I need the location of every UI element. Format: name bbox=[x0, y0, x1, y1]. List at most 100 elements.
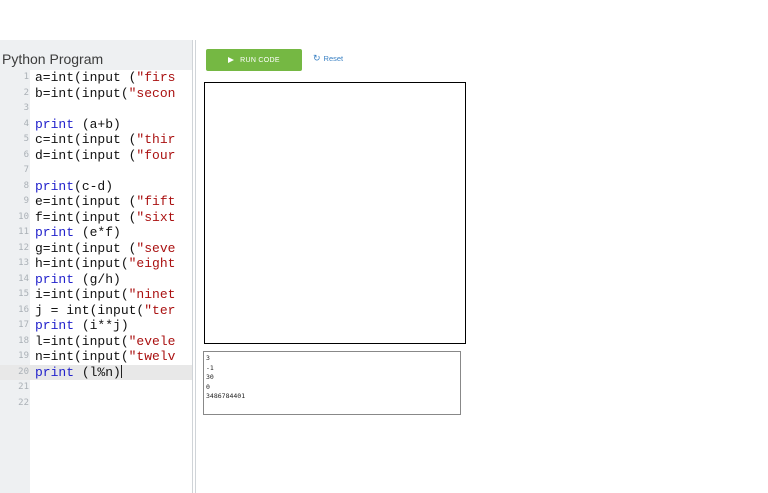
line-number: 8 bbox=[23, 180, 29, 191]
line-number: 5 bbox=[23, 134, 29, 144]
code-keyword: print bbox=[35, 178, 75, 194]
code-line[interactable]: 6 d=int(input ("four bbox=[0, 148, 192, 164]
code-text: n=int(input("twelv bbox=[35, 349, 192, 365]
code-token: (e*f) bbox=[74, 225, 121, 240]
code-string: "four bbox=[136, 147, 176, 163]
code-text: e=int(input ("fift bbox=[35, 194, 192, 210]
code-keyword: print bbox=[35, 318, 75, 333]
code-token: f=int(input ( bbox=[35, 209, 137, 225]
code-text: j = int(input("ter bbox=[35, 303, 192, 319]
code-string: "ninet bbox=[128, 287, 176, 302]
editor-title: Python Program bbox=[2, 51, 104, 67]
code-token: g=int(input ( bbox=[35, 240, 137, 256]
code-line[interactable]: 14 print (g/h) bbox=[0, 272, 192, 288]
line-number: 18 bbox=[18, 335, 29, 346]
code-line[interactable]: 2 b=int(input("secon bbox=[0, 86, 192, 102]
code-line[interactable]: 13 h=int(input("eight bbox=[0, 256, 192, 272]
code-text: g=int(input ("seve bbox=[35, 241, 192, 257]
text-cursor bbox=[120, 364, 122, 378]
code-string: "eight bbox=[128, 256, 176, 271]
code-token: b=int(input( bbox=[35, 85, 129, 101]
line-number: 20 bbox=[18, 366, 29, 377]
reset-label: Reset bbox=[323, 54, 344, 63]
code-line[interactable]: 20 print (l%n) bbox=[0, 364, 192, 381]
code-line[interactable]: 4 print (a+b) bbox=[0, 117, 192, 133]
code-string: "evele bbox=[128, 333, 176, 349]
code-text: h=int(input("eight bbox=[35, 256, 192, 272]
line-number: 1 bbox=[23, 72, 29, 82]
editor-panel: Python Program 1 a=int(input ("firs 2 b=int… bbox=[0, 40, 194, 493]
console-output-line: -1 bbox=[206, 363, 214, 372]
code-line[interactable]: 21 bbox=[0, 380, 192, 396]
code-text: print(c-d) bbox=[35, 179, 192, 195]
line-number: 2 bbox=[23, 87, 29, 98]
line-number: 12 bbox=[18, 242, 29, 253]
code-string: "seve bbox=[136, 240, 176, 256]
code-editor[interactable]: 1 a=int(input ("firs 2 b=int(input("secon 3 4… bbox=[0, 70, 192, 493]
code-string: "ter bbox=[144, 302, 176, 318]
code-token: l=int(input( bbox=[35, 333, 129, 349]
line-number: 3 bbox=[23, 103, 29, 113]
code-text: f=int(input ("sixt bbox=[35, 210, 192, 226]
code-token: (g/h) bbox=[74, 271, 121, 287]
code-text: c=int(input ("thir bbox=[35, 132, 192, 148]
code-string: "secon bbox=[128, 85, 176, 101]
line-number: 11 bbox=[18, 227, 29, 237]
code-token: j = int(input( bbox=[35, 302, 145, 318]
reset-button[interactable]: ↻ Reset bbox=[313, 53, 344, 64]
code-token: i=int(input( bbox=[35, 287, 129, 302]
code-keyword: print bbox=[35, 116, 75, 132]
code-line[interactable]: 1 a=int(input ("firs bbox=[0, 70, 192, 86]
code-line[interactable]: 22 bbox=[0, 396, 192, 412]
code-token: h=int(input( bbox=[35, 256, 129, 271]
code-string: "thir bbox=[136, 132, 176, 147]
console-output-line: 0 bbox=[206, 382, 210, 391]
code-token: (l%n) bbox=[74, 364, 121, 380]
code-string: "twelv bbox=[128, 349, 176, 364]
code-token: e=int(input ( bbox=[35, 194, 137, 209]
code-line[interactable]: 3 bbox=[0, 101, 192, 117]
line-number: 21 bbox=[18, 382, 29, 392]
code-token: (a+b) bbox=[74, 116, 121, 132]
refresh-icon: ↻ bbox=[313, 53, 321, 63]
code-line[interactable]: 9 e=int(input ("fift bbox=[0, 194, 192, 210]
console-output-line: 3486784401 bbox=[206, 392, 246, 401]
line-number: 15 bbox=[18, 289, 29, 299]
panel-splitter[interactable] bbox=[192, 40, 196, 493]
code-line[interactable]: 15 i=int(input("ninet bbox=[0, 287, 192, 303]
code-line[interactable]: 10 f=int(input ("sixt bbox=[0, 210, 192, 226]
line-number: 17 bbox=[18, 320, 29, 330]
play-icon bbox=[228, 57, 235, 63]
line-number: 7 bbox=[23, 165, 29, 175]
code-text: print (e*f) bbox=[35, 225, 192, 241]
code-line[interactable]: 5 c=int(input ("thir bbox=[0, 132, 192, 148]
code-text: a=int(input ("firs bbox=[35, 70, 192, 86]
line-number: 22 bbox=[18, 397, 29, 408]
console-output-line: 3 bbox=[206, 354, 210, 362]
line-number: 6 bbox=[23, 149, 29, 160]
code-text: print (l%n) bbox=[35, 364, 192, 381]
console-output-line: 30 bbox=[206, 373, 214, 382]
code-text: i=int(input("ninet bbox=[35, 287, 192, 303]
code-text: l=int(input("evele bbox=[35, 334, 192, 350]
code-keyword: print bbox=[35, 225, 75, 240]
code-line[interactable]: 11 print (e*f) bbox=[0, 225, 192, 241]
python-ide-page: Python Program 1 a=int(input ("firs 2 b=int… bbox=[0, 0, 768, 493]
code-token: c=int(input ( bbox=[35, 132, 137, 147]
code-token: n=int(input( bbox=[35, 349, 129, 364]
code-text: b=int(input("secon bbox=[35, 86, 192, 102]
code-line[interactable]: 7 bbox=[0, 163, 192, 179]
code-token: a=int(input ( bbox=[35, 70, 137, 85]
code-string: "firs bbox=[136, 70, 176, 85]
code-line[interactable]: 12 g=int(input ("seve bbox=[0, 241, 192, 257]
code-line[interactable]: 16 j = int(input("ter bbox=[0, 303, 192, 319]
code-text: print (g/h) bbox=[35, 272, 192, 288]
line-number: 10 bbox=[18, 211, 29, 222]
code-line[interactable]: 17 print (i**j) bbox=[0, 318, 192, 334]
run-code-button[interactable]: RUN CODE bbox=[206, 49, 302, 71]
code-line[interactable]: 8 print(c-d) bbox=[0, 179, 192, 195]
line-number: 19 bbox=[18, 351, 29, 361]
code-line[interactable]: 19 n=int(input("twelv bbox=[0, 349, 192, 365]
code-line[interactable]: 18 l=int(input("evele bbox=[0, 334, 192, 350]
code-keyword: print bbox=[35, 364, 75, 380]
